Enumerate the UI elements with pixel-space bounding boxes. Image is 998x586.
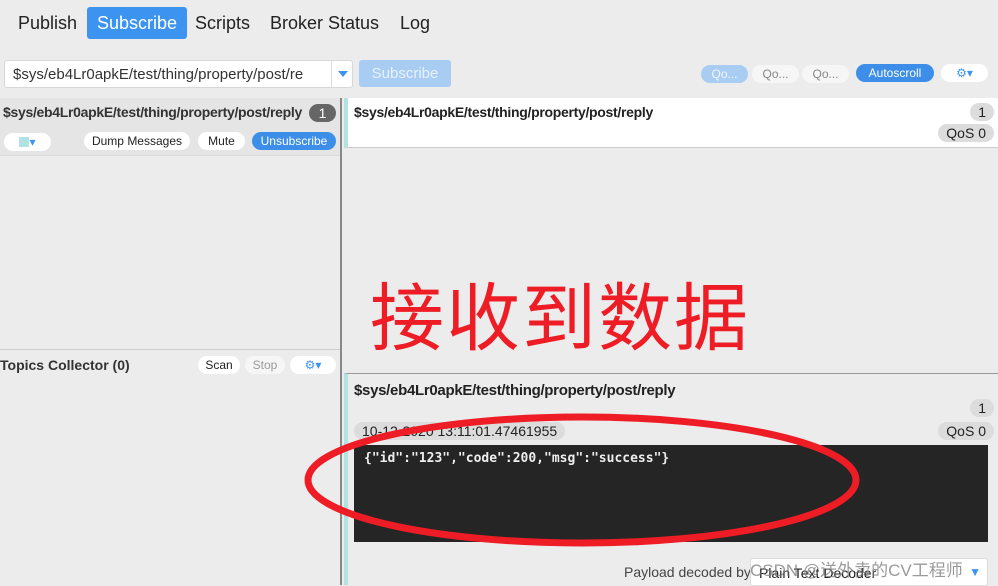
message-topic: $sys/eb4Lr0apkE/test/thing/property/post… [354, 104, 653, 120]
gear-icon: ⚙▾ [956, 66, 973, 80]
topics-collector-title: Topics Collector (0) [0, 357, 130, 373]
message-list-item[interactable]: $sys/eb4Lr0apkE/test/thing/property/post… [344, 98, 998, 148]
settings-dropdown[interactable]: ⚙▾ [941, 64, 988, 82]
topic-combobox[interactable]: $sys/eb4Lr0apkE/test/thing/property/post… [4, 60, 353, 88]
qos1-button[interactable]: Qo... [752, 65, 799, 83]
decoded-by-label: Payload decoded by [624, 564, 751, 580]
tab-publish[interactable]: Publish [8, 7, 87, 39]
topic-input[interactable]: $sys/eb4Lr0apkE/test/thing/property/post… [13, 66, 303, 83]
stop-button[interactable]: Stop [245, 356, 285, 374]
message-count-badge: 1 [309, 104, 336, 122]
watermark: CSDN @送外卖的CV工程师 [750, 561, 963, 580]
annotation-text: 接收到数据 [370, 277, 750, 360]
annotation-ellipse [304, 413, 860, 547]
tab-scripts[interactable]: Scripts [185, 7, 260, 39]
color-picker[interactable]: ▾ [4, 133, 51, 151]
mute-button[interactable]: Mute [198, 132, 245, 150]
tab-log[interactable]: Log [390, 7, 440, 39]
unsubscribe-button[interactable]: Unsubscribe [252, 132, 336, 150]
chevron-down-icon[interactable] [338, 71, 348, 77]
qos-badge: QoS 0 [938, 422, 994, 440]
message-number-badge: 1 [970, 103, 994, 121]
collector-settings-dropdown[interactable]: ⚙▾ [290, 356, 336, 374]
chevron-down-icon: ▾ [29, 135, 36, 149]
qos-badge: QoS 0 [938, 124, 994, 142]
autoscroll-toggle[interactable]: Autoscroll [856, 64, 934, 82]
gear-icon: ⚙▾ [304, 358, 322, 372]
subscribe-button[interactable]: Subscribe [359, 60, 451, 87]
tab-broker-status[interactable]: Broker Status [260, 7, 389, 39]
detail-topic: $sys/eb4Lr0apkE/test/thing/property/post… [354, 382, 676, 399]
dump-messages-button[interactable]: Dump Messages [84, 132, 190, 150]
qos2-button[interactable]: Qo... [802, 65, 849, 83]
tab-subscribe[interactable]: Subscribe [87, 7, 188, 39]
chevron-down-icon: ▼ [969, 565, 981, 579]
qos0-button[interactable]: Qo... [701, 65, 748, 83]
message-number-badge: 1 [970, 399, 994, 417]
scan-button[interactable]: Scan [198, 356, 240, 374]
subscriptions-panel: $sys/eb4Lr0apkE/test/thing/property/post… [0, 98, 342, 585]
subscription-topic: $sys/eb4Lr0apkE/test/thing/property/post… [3, 104, 302, 120]
subscription-item[interactable]: $sys/eb4Lr0apkE/test/thing/property/post… [0, 98, 340, 156]
